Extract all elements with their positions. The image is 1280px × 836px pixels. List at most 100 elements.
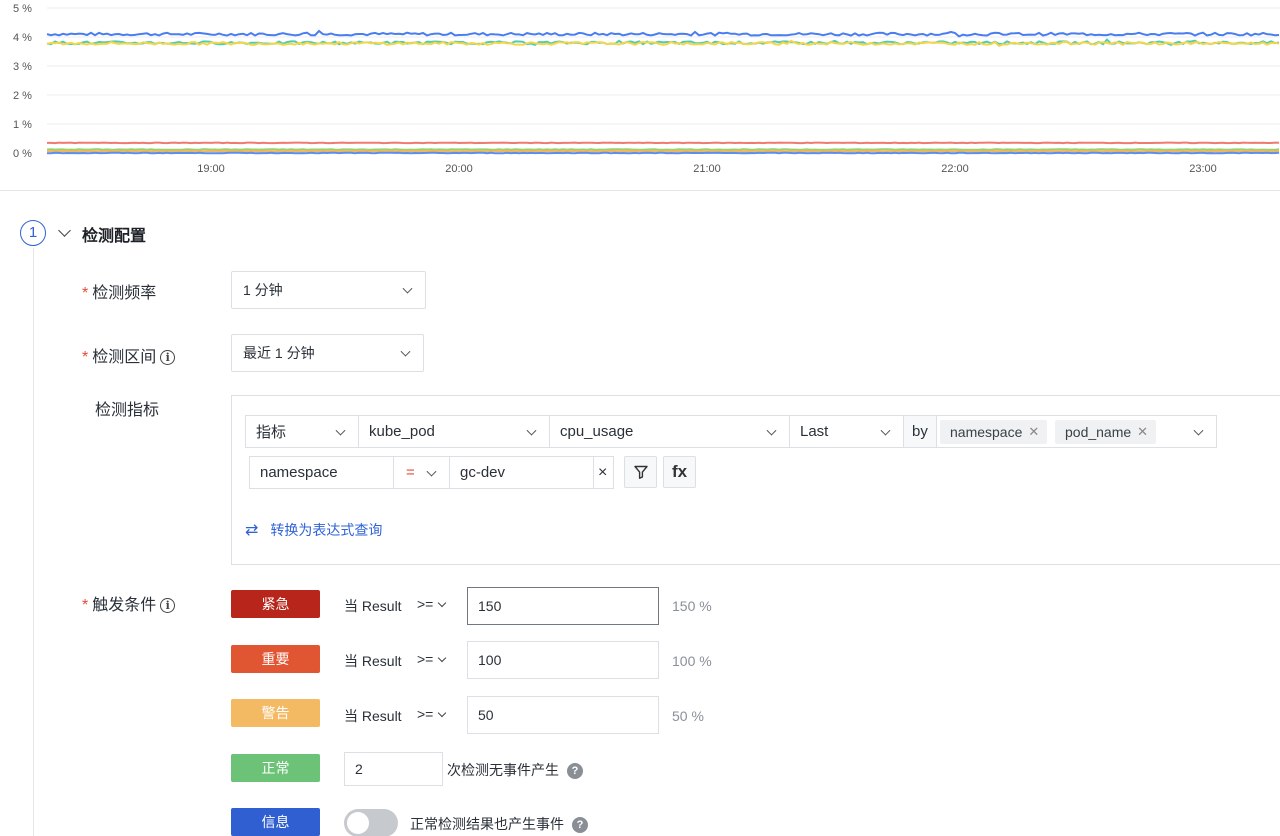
group-tag: namespace ✕ [940,420,1048,444]
range-select-value: 最近 1 分钟 [243,345,315,361]
chevron-down-icon [526,425,537,436]
function-button[interactable]: fx [663,456,696,488]
y-tick-label: 1 % [13,119,32,131]
x-tick-label: 23:00 [1189,163,1217,175]
chevron-down-icon [426,466,437,477]
aggregation-select[interactable]: Last [789,415,904,448]
field-select[interactable]: cpu_usage [549,415,790,448]
condition-text: 当 Result [344,708,402,724]
condition-text: 当 Result [344,653,402,669]
operator-select[interactable]: >= [417,706,447,722]
filter-value-text: gc-dev [460,464,506,481]
help-icon[interactable]: ? [567,763,583,779]
chevron-down-icon [400,346,411,357]
x-tick-label: 21:00 [693,163,721,175]
remove-tag-icon[interactable]: ✕ [1028,424,1039,440]
severity-info: 信息 [231,808,320,836]
chevron-down-icon [766,425,777,436]
chevron-down-icon [1193,425,1204,436]
series-line [46,148,1280,151]
filter-button[interactable] [624,456,657,488]
operator-select[interactable]: >= [417,596,447,612]
filter-key-input[interactable]: namespace [249,456,394,489]
normal-count-value: 2 [355,761,363,777]
y-tick-label: 5 % [13,3,32,15]
chart-divider [0,190,1280,191]
series-line [47,141,1280,145]
severity-warning: 警告 [231,699,320,727]
by-label: by [903,415,937,448]
series-line [47,149,1280,153]
severity-normal: 正常 [231,754,320,782]
chevron-down-icon [438,708,447,718]
threshold-value: 100 [478,652,502,668]
metric-type-select[interactable]: 指标 [245,415,359,448]
chevron-down-icon [438,653,447,663]
info-event-toggle[interactable] [344,809,398,836]
filter-value-input[interactable]: gc-dev [449,456,594,489]
x-tick-label: 20:00 [445,163,473,175]
range-label: * 检测区间 i [82,343,176,367]
threshold-unit: 100 % [672,653,712,669]
info-icon[interactable]: i [160,598,176,613]
close-icon: × [598,463,608,481]
normal-count-text: 次检测无事件产生? [447,760,583,780]
filter-key-value: namespace [260,464,338,481]
threshold-unit: 150 % [672,598,712,614]
step-connector-line [33,248,34,836]
aggregation-value: Last [800,423,829,440]
threshold-input[interactable]: 50 [467,696,659,734]
info-icon[interactable]: i [160,350,176,365]
threshold-input[interactable]: 100 [467,641,659,679]
y-tick-label: 2 % [13,90,32,102]
convert-to-expression-link[interactable]: ⇄ 转换为表达式查询 [245,520,382,540]
measurement-value: kube_pod [369,423,435,440]
freq-select-value: 1 分钟 [243,282,283,298]
field-value: cpu_usage [560,423,634,440]
threshold-value: 50 [478,707,494,723]
y-tick-label: 3 % [13,61,32,73]
fx-icon: fx [671,462,688,481]
group-tag: pod_name ✕ [1055,420,1157,444]
x-tick-label: 22:00 [941,163,969,175]
filter-operator-select[interactable]: = [393,456,450,489]
chevron-down-icon [438,598,447,608]
remove-tag-icon[interactable]: ✕ [1137,424,1148,440]
threshold-input[interactable]: 150 [467,587,659,625]
freq-select[interactable]: 1 分钟 [231,271,426,309]
collapse-chevron-icon[interactable] [58,224,71,237]
cpu-usage-line-chart: 5 % 4 % 3 % 2 % 1 % 0 % 19:00 20:00 21:00 22:00 23… [13,3,1280,175]
series-line [46,29,1280,38]
normal-count-input[interactable]: 2 [344,752,443,786]
metric-type-value: 指标 [256,424,287,441]
severity-important: 重要 [231,645,320,673]
toggle-knob [347,812,369,834]
range-select[interactable]: 最近 1 分钟 [231,334,424,372]
chevron-down-icon [402,283,413,294]
threshold-unit: 50 % [672,708,704,724]
measurement-select[interactable]: kube_pod [358,415,550,448]
operator-select[interactable]: >= [417,651,447,667]
convert-label: 转换为表达式查询 [270,522,383,538]
help-icon[interactable]: ? [572,817,588,833]
funnel-icon [633,465,648,479]
freq-label: * 检测频率 [82,285,157,302]
trigger-label: * 触发条件 i [82,591,176,615]
metric-label: 检测指标 [95,402,160,419]
swap-icon: ⇄ [245,522,259,539]
x-tick-label: 19:00 [197,163,225,175]
series-line [46,151,1280,155]
by-text: by [912,423,928,440]
severity-critical: 紧急 [231,590,320,618]
chevron-down-icon [335,425,346,436]
group-by-select[interactable]: namespace ✕ pod_name ✕ [936,415,1217,448]
y-tick-label: 0 % [13,148,32,160]
filter-clear-button[interactable]: × [593,456,614,489]
step-number: 1 [20,220,46,246]
condition-text: 当 Result [344,598,402,614]
section-title: 检测配置 [82,228,147,245]
filter-operator-value: = [406,464,415,481]
threshold-value: 150 [478,598,502,614]
y-tick-label: 4 % [13,32,32,44]
info-event-text: 正常检测结果也产生事件? [410,814,588,834]
